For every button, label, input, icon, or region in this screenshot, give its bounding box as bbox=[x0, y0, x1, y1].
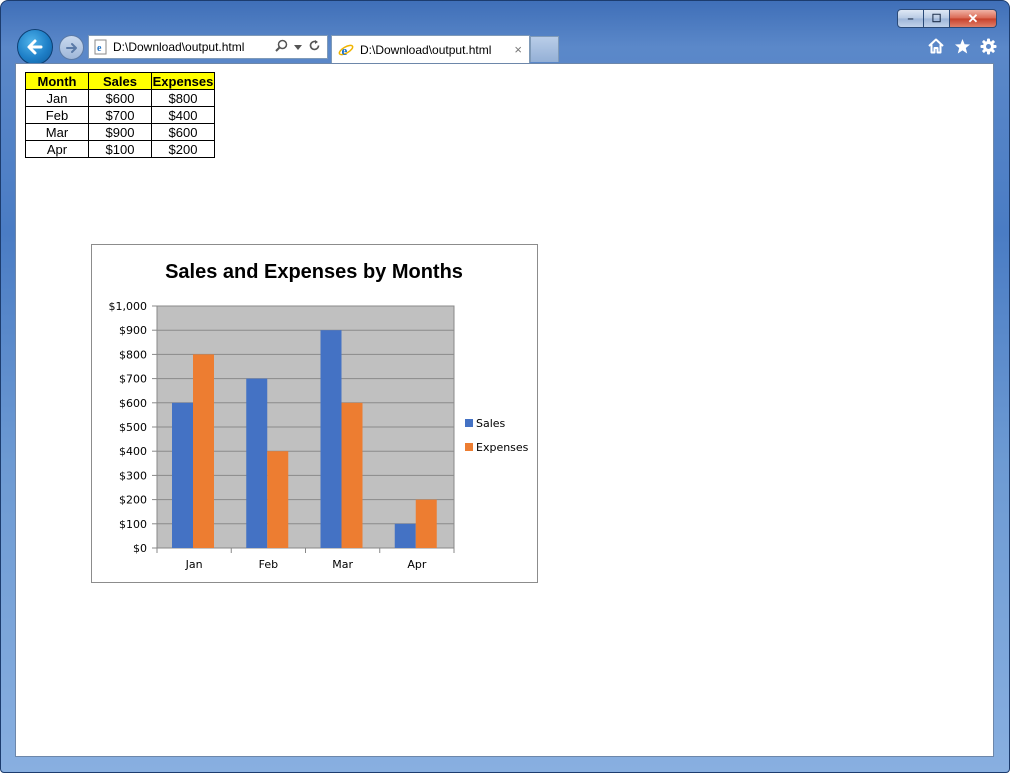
ie-icon: e bbox=[338, 42, 354, 58]
x-tick-label: Feb bbox=[259, 558, 278, 571]
browser-window: – ☐ ✕ e D:\Download\output.html e D:\Dow… bbox=[0, 0, 1010, 773]
y-tick-label: $300 bbox=[119, 469, 147, 482]
back-arrow-icon bbox=[27, 39, 43, 55]
dropdown-icon[interactable] bbox=[294, 40, 302, 54]
forward-button[interactable] bbox=[59, 35, 84, 60]
bar-chart: Sales and Expenses by Months $0 $100 $200 $3… bbox=[109, 261, 529, 571]
bar-expenses-apr bbox=[415, 499, 437, 548]
y-tick-label: $400 bbox=[119, 445, 147, 458]
table-cell: $600 bbox=[88, 89, 152, 107]
table-row: Mar $900 $600 bbox=[25, 123, 215, 141]
window-controls: – ☐ ✕ bbox=[897, 9, 997, 28]
table-row: Jan $600 $800 bbox=[25, 89, 215, 107]
table-row: Apr $100 $200 bbox=[25, 140, 215, 158]
table-cell: Jan bbox=[25, 89, 89, 107]
data-table: Month Sales Expenses Jan $600 $800 Feb $… bbox=[25, 72, 215, 158]
svg-text:e: e bbox=[97, 43, 102, 54]
page-icon: e bbox=[93, 39, 109, 55]
table-cell: $100 bbox=[88, 140, 152, 158]
table-cell: Mar bbox=[25, 123, 89, 141]
table-cell: Feb bbox=[25, 106, 89, 124]
y-tick-label: $500 bbox=[119, 421, 147, 434]
table-cell: $900 bbox=[88, 123, 152, 141]
y-tick-label: $0 bbox=[133, 542, 147, 555]
search-icon[interactable] bbox=[275, 39, 288, 55]
bar-expenses-feb bbox=[267, 451, 289, 548]
refresh-icon[interactable] bbox=[308, 39, 321, 55]
y-tick-label: $100 bbox=[119, 518, 147, 531]
legend-swatch-sales bbox=[465, 419, 473, 427]
close-tab-icon[interactable]: × bbox=[514, 42, 522, 57]
x-tick-label: Mar bbox=[332, 558, 353, 571]
bar-expenses-mar bbox=[341, 402, 363, 548]
table-cell: $700 bbox=[88, 106, 152, 124]
bar-sales-feb bbox=[246, 378, 268, 548]
tab-title: D:\Download\output.html bbox=[360, 42, 492, 57]
bar-sales-jan bbox=[172, 402, 193, 548]
legend-label-expenses: Expenses bbox=[476, 441, 529, 454]
new-tab-button[interactable] bbox=[530, 36, 559, 62]
table-cell: $200 bbox=[151, 140, 215, 158]
back-button[interactable] bbox=[17, 29, 53, 65]
y-tick-label: $1,000 bbox=[109, 300, 148, 313]
x-tick-label: Apr bbox=[407, 558, 427, 571]
bar-sales-apr bbox=[394, 523, 416, 548]
table-row: Feb $700 $400 bbox=[25, 106, 215, 124]
y-tick-label: $600 bbox=[119, 397, 147, 410]
address-bar[interactable]: e D:\Download\output.html bbox=[88, 35, 328, 59]
legend-swatch-expenses bbox=[465, 443, 473, 451]
toolbar-icons bbox=[927, 37, 997, 55]
star-icon[interactable] bbox=[953, 37, 971, 55]
header-month: Month bbox=[25, 72, 89, 90]
table-cell: $600 bbox=[151, 123, 215, 141]
y-tick-label: $800 bbox=[119, 348, 147, 361]
minimize-button[interactable]: – bbox=[897, 9, 924, 28]
table-cell: $800 bbox=[151, 89, 215, 107]
table-cell: $400 bbox=[151, 106, 215, 124]
gear-icon[interactable] bbox=[979, 37, 997, 55]
table-header-row: Month Sales Expenses bbox=[25, 72, 215, 90]
y-tick-label: $900 bbox=[119, 324, 147, 337]
y-tick-label: $200 bbox=[119, 494, 147, 507]
tab-output[interactable]: e D:\Download\output.html × bbox=[331, 35, 530, 63]
header-expenses: Expenses bbox=[151, 72, 215, 90]
chart-title: Sales and Expenses by Months bbox=[165, 261, 463, 283]
x-tick-label: Jan bbox=[185, 558, 203, 571]
maximize-button[interactable]: ☐ bbox=[924, 9, 950, 28]
table-cell: Apr bbox=[25, 140, 89, 158]
bar-expenses-jan bbox=[193, 354, 214, 548]
bar-sales-mar bbox=[320, 330, 342, 548]
header-sales: Sales bbox=[88, 72, 152, 90]
svg-text:e: e bbox=[342, 43, 348, 58]
y-tick-label: $700 bbox=[119, 373, 147, 386]
chart-container: Sales and Expenses by Months $0 $100 $200 $3… bbox=[91, 244, 538, 583]
close-window-button[interactable]: ✕ bbox=[950, 9, 997, 28]
legend-label-sales: Sales bbox=[476, 417, 506, 430]
page-content: Month Sales Expenses Jan $600 $800 Feb $… bbox=[15, 63, 994, 757]
forward-arrow-icon bbox=[65, 42, 77, 53]
address-input[interactable]: D:\Download\output.html bbox=[113, 40, 275, 54]
home-icon[interactable] bbox=[927, 37, 945, 55]
